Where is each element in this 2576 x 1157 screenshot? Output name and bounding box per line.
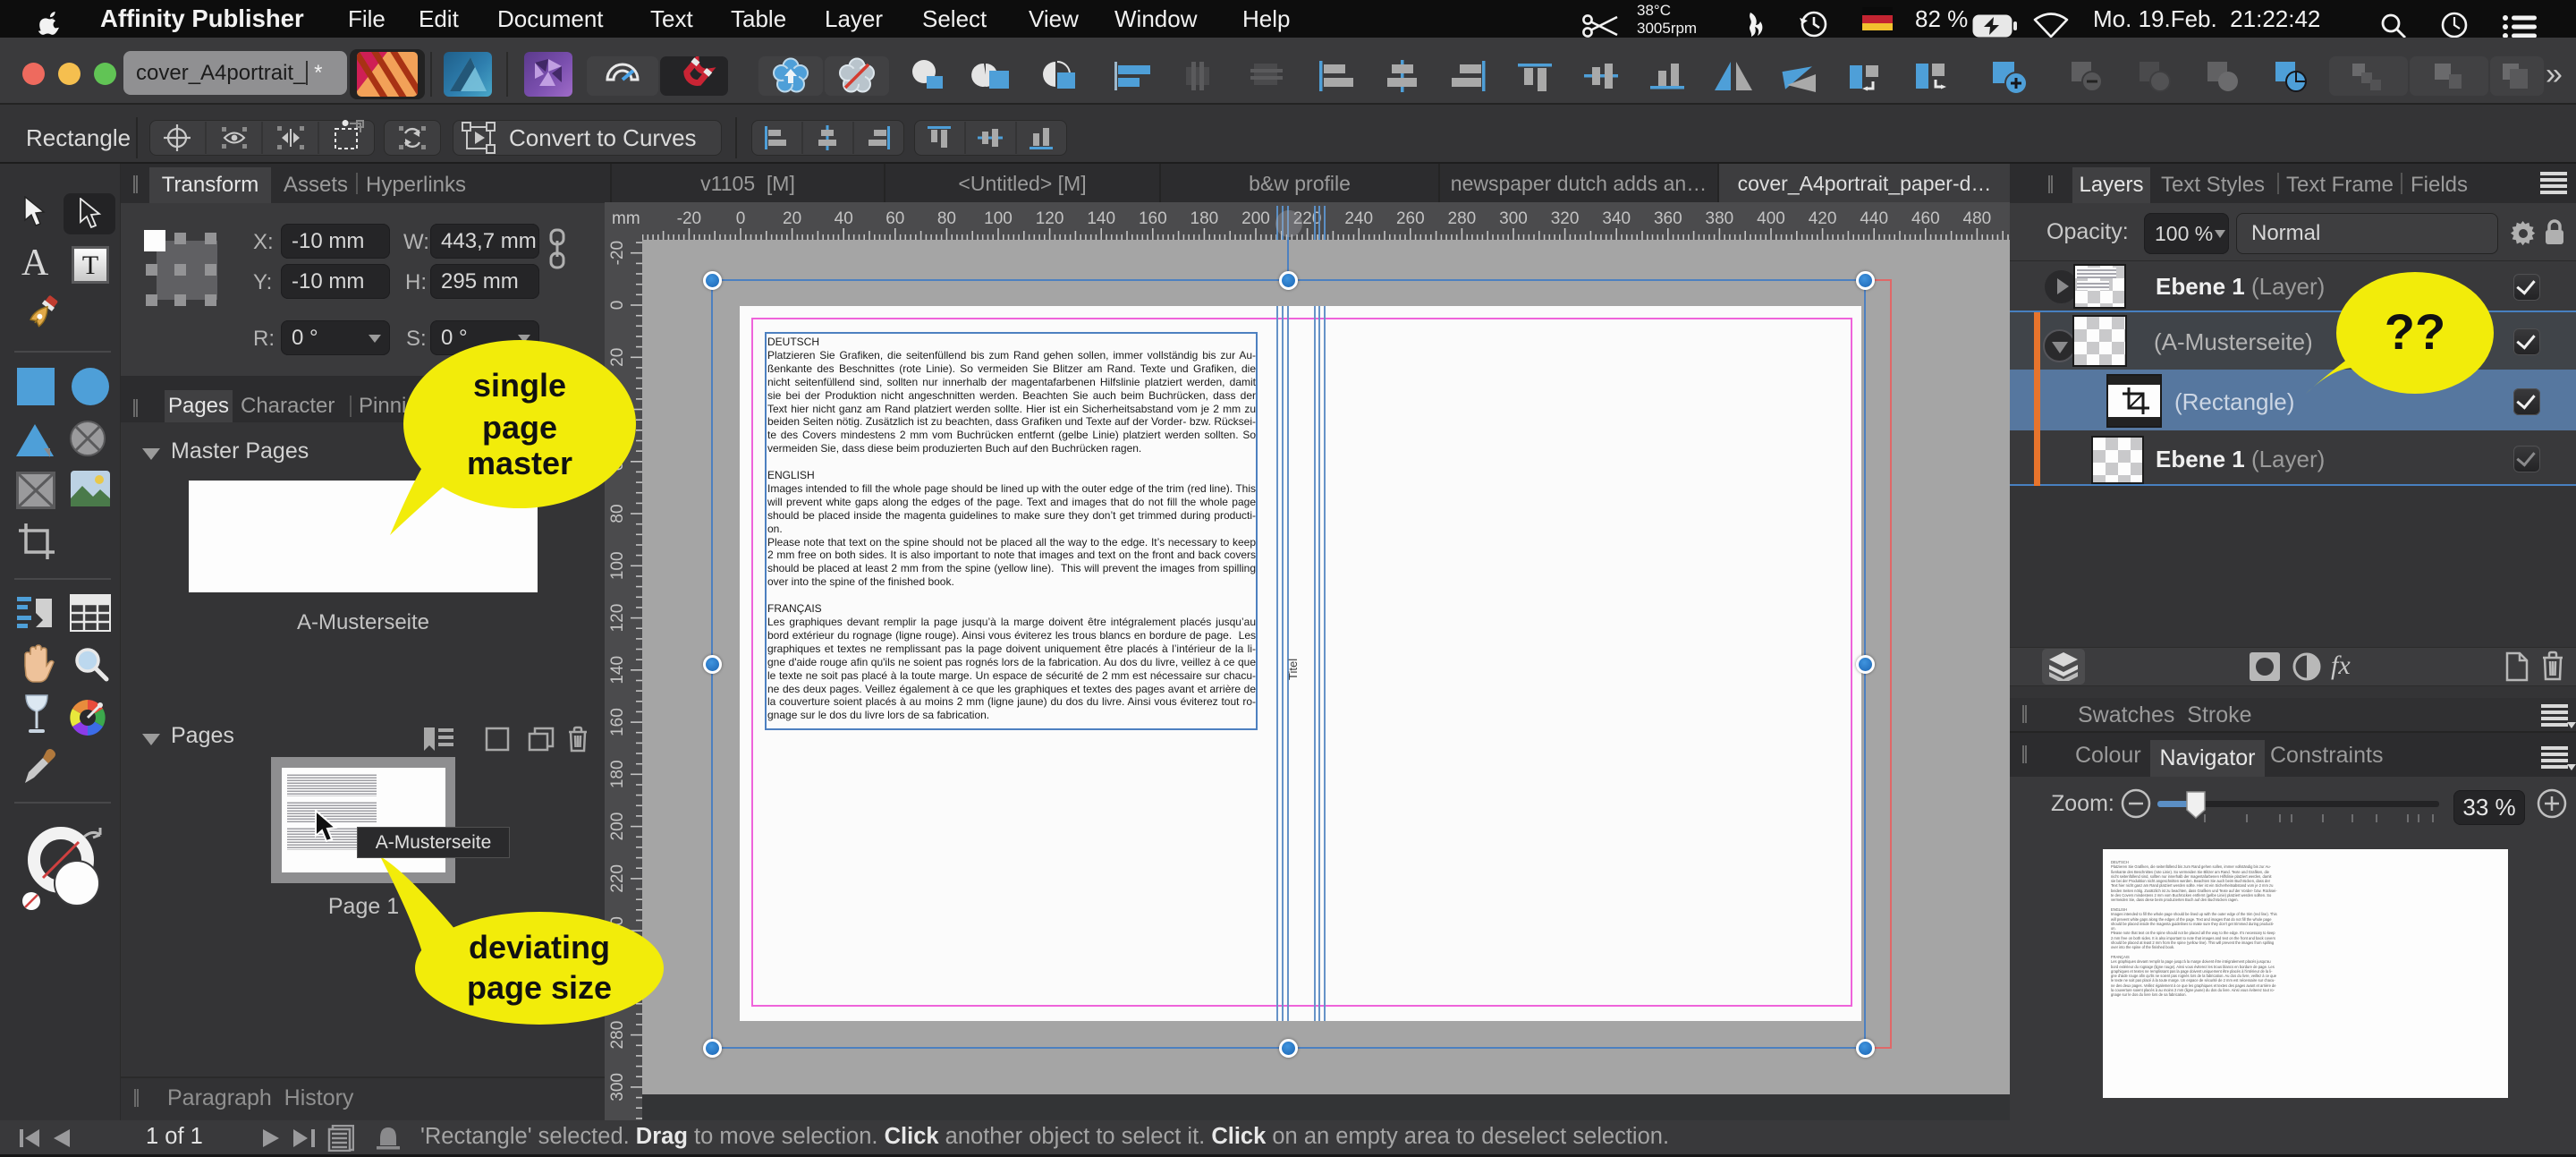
svg-text:340: 340: [1602, 209, 1631, 228]
svg-text:280: 280: [1448, 209, 1477, 228]
svg-text:20: 20: [783, 209, 801, 228]
svg-text:180: 180: [1191, 209, 1219, 228]
svg-text:-20: -20: [608, 241, 627, 265]
svg-text:120: 120: [1036, 209, 1064, 228]
svg-text:master: master: [467, 445, 572, 481]
svg-text:60: 60: [886, 209, 904, 228]
svg-text:100: 100: [608, 551, 627, 580]
svg-text:140: 140: [608, 656, 627, 685]
svg-text:80: 80: [937, 209, 956, 228]
svg-text:400: 400: [1757, 209, 1785, 228]
svg-text:single: single: [473, 367, 566, 404]
svg-text:300: 300: [608, 1073, 627, 1102]
svg-text:200: 200: [1241, 209, 1270, 228]
svg-text:deviating: deviating: [469, 929, 610, 966]
svg-text:480: 480: [1963, 209, 1992, 228]
svg-text:??: ??: [2385, 303, 2445, 360]
svg-text:140: 140: [1087, 209, 1115, 228]
svg-text:460: 460: [1911, 209, 1940, 228]
svg-text:0: 0: [736, 209, 746, 228]
svg-text:160: 160: [1139, 209, 1167, 228]
svg-text:page: page: [482, 409, 557, 446]
svg-text:180: 180: [608, 760, 627, 788]
svg-text:200: 200: [608, 812, 627, 841]
svg-text:-20: -20: [677, 209, 701, 228]
svg-text:380: 380: [1706, 209, 1734, 228]
svg-text:160: 160: [608, 708, 627, 736]
svg-text:300: 300: [1499, 209, 1528, 228]
svg-text:120: 120: [608, 604, 627, 633]
svg-text:0: 0: [608, 301, 627, 311]
svg-text:100: 100: [984, 209, 1013, 228]
svg-text:page size: page size: [467, 969, 612, 1006]
svg-text:320: 320: [1551, 209, 1580, 228]
svg-text:40: 40: [835, 209, 853, 228]
svg-text:240: 240: [1344, 209, 1373, 228]
svg-text:440: 440: [1860, 209, 1888, 228]
svg-text:360: 360: [1654, 209, 1682, 228]
svg-text:420: 420: [1809, 209, 1837, 228]
svg-text:260: 260: [1396, 209, 1425, 228]
